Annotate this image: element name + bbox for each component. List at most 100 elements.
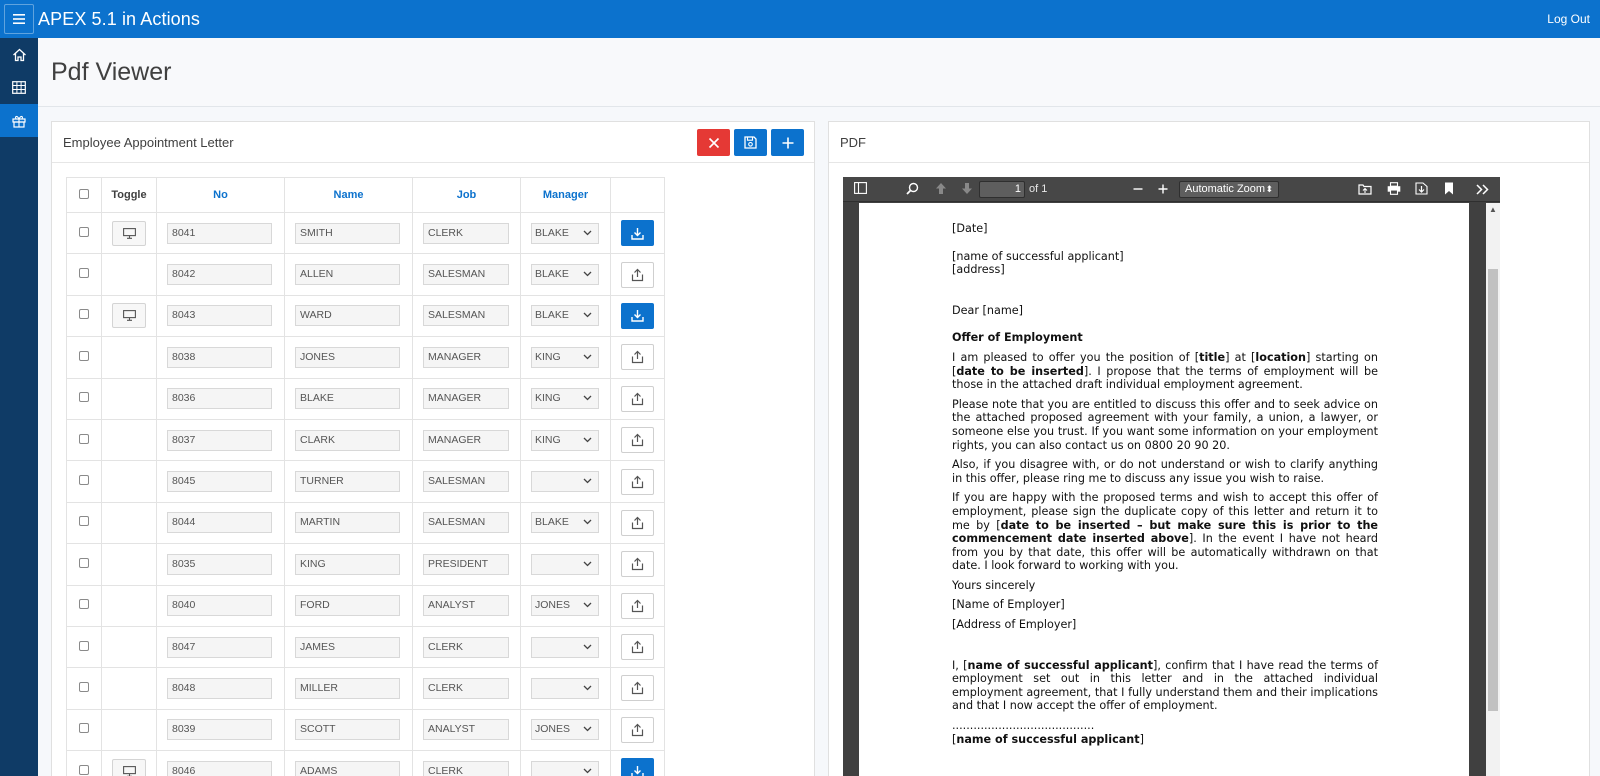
row-checkbox[interactable] bbox=[79, 475, 89, 486]
employee-name-input[interactable]: SCOTT bbox=[295, 719, 400, 741]
upload-letter-button[interactable] bbox=[621, 634, 654, 661]
toggle-button[interactable] bbox=[112, 303, 146, 329]
upload-letter-button[interactable] bbox=[621, 427, 654, 454]
manager-select[interactable] bbox=[531, 677, 599, 699]
employee-no-input[interactable]: 8037 bbox=[167, 429, 272, 451]
app-title[interactable]: APEX 5.1 in Actions bbox=[38, 9, 200, 30]
scrollbar-thumb[interactable] bbox=[1488, 269, 1498, 711]
upload-letter-button[interactable] bbox=[621, 509, 654, 536]
row-checkbox[interactable] bbox=[79, 557, 89, 568]
employee-job-input[interactable]: CLERK bbox=[423, 760, 509, 776]
employee-name-input[interactable]: ALLEN bbox=[295, 264, 400, 286]
employee-name-input[interactable]: JONES bbox=[295, 346, 400, 368]
delete-button[interactable] bbox=[697, 129, 730, 156]
row-checkbox[interactable] bbox=[79, 433, 89, 444]
download-icon[interactable] bbox=[1415, 182, 1428, 195]
logout-link[interactable]: Log Out bbox=[1547, 12, 1590, 26]
row-checkbox[interactable] bbox=[79, 764, 89, 775]
row-checkbox[interactable] bbox=[79, 723, 89, 734]
employee-no-input[interactable]: 8039 bbox=[167, 719, 272, 741]
row-checkbox[interactable] bbox=[79, 599, 89, 610]
manager-select[interactable] bbox=[531, 471, 599, 493]
manager-select[interactable]: BLAKE bbox=[531, 264, 599, 286]
column-header-name[interactable]: Name bbox=[284, 177, 413, 213]
nav-item-home[interactable] bbox=[0, 38, 38, 71]
employee-no-input[interactable]: 8047 bbox=[167, 636, 272, 658]
employee-no-input[interactable]: 8036 bbox=[167, 388, 272, 410]
hamburger-menu-button[interactable] bbox=[4, 4, 34, 34]
scroll-up-icon[interactable]: ▲ bbox=[1489, 205, 1497, 214]
employee-no-input[interactable]: 8042 bbox=[167, 264, 272, 286]
employee-name-input[interactable]: KING bbox=[295, 553, 400, 575]
manager-select[interactable]: BLAKE bbox=[531, 305, 599, 327]
manager-select[interactable]: BLAKE bbox=[531, 222, 599, 244]
download-letter-button[interactable] bbox=[621, 220, 654, 247]
zoom-out-icon[interactable] bbox=[1133, 184, 1143, 194]
upload-letter-button[interactable] bbox=[621, 551, 654, 578]
manager-select[interactable] bbox=[531, 636, 599, 658]
manager-select[interactable]: JONES bbox=[531, 719, 599, 741]
open-file-icon[interactable] bbox=[1358, 182, 1372, 195]
column-header-no[interactable]: No bbox=[156, 177, 285, 213]
upload-letter-button[interactable] bbox=[621, 385, 654, 412]
toggle-button[interactable] bbox=[112, 758, 146, 776]
column-header-job[interactable]: Job bbox=[412, 177, 521, 213]
employee-job-input[interactable]: MANAGER bbox=[423, 346, 509, 368]
page-number-input[interactable]: 1 bbox=[979, 181, 1025, 198]
upload-letter-button[interactable] bbox=[621, 592, 654, 619]
save-button[interactable] bbox=[734, 129, 767, 156]
employee-job-input[interactable]: SALESMAN bbox=[423, 471, 509, 493]
employee-name-input[interactable]: MARTIN bbox=[295, 512, 400, 534]
manager-select[interactable]: JONES bbox=[531, 595, 599, 617]
employee-job-input[interactable]: SALESMAN bbox=[423, 305, 509, 327]
pdf-scrollbar[interactable]: ▲ bbox=[1486, 203, 1500, 776]
employee-no-input[interactable]: 8048 bbox=[167, 677, 272, 699]
row-checkbox[interactable] bbox=[79, 268, 89, 279]
row-checkbox[interactable] bbox=[79, 226, 89, 237]
upload-letter-button[interactable] bbox=[621, 344, 654, 371]
employee-no-input[interactable]: 8035 bbox=[167, 553, 272, 575]
employee-name-input[interactable]: WARD bbox=[295, 305, 400, 327]
search-icon[interactable] bbox=[906, 182, 919, 195]
employee-job-input[interactable]: CLERK bbox=[423, 677, 509, 699]
employee-job-input[interactable]: MANAGER bbox=[423, 429, 509, 451]
employee-no-input[interactable]: 8043 bbox=[167, 305, 272, 327]
employee-name-input[interactable]: BLAKE bbox=[295, 388, 400, 410]
select-all-header[interactable] bbox=[66, 177, 102, 213]
download-letter-button[interactable] bbox=[621, 758, 654, 776]
employee-name-input[interactable]: ADAMS bbox=[295, 760, 400, 776]
row-checkbox[interactable] bbox=[79, 516, 89, 527]
employee-name-input[interactable]: FORD bbox=[295, 595, 400, 617]
employee-no-input[interactable]: 8038 bbox=[167, 346, 272, 368]
next-page-icon[interactable] bbox=[961, 182, 973, 195]
select-all-checkbox[interactable] bbox=[79, 188, 89, 199]
employee-no-input[interactable]: 8041 bbox=[167, 222, 272, 244]
sidebar-toggle-icon[interactable] bbox=[854, 182, 867, 194]
employee-job-input[interactable]: SALESMAN bbox=[423, 264, 509, 286]
add-row-button[interactable] bbox=[771, 129, 804, 156]
previous-page-icon[interactable] bbox=[935, 182, 947, 195]
zoom-in-icon[interactable] bbox=[1158, 184, 1168, 194]
employee-job-input[interactable]: SALESMAN bbox=[423, 512, 509, 534]
employee-no-input[interactable]: 8040 bbox=[167, 595, 272, 617]
manager-select[interactable]: BLAKE bbox=[531, 512, 599, 534]
employee-no-input[interactable]: 8045 bbox=[167, 471, 272, 493]
employee-job-input[interactable]: PRESIDENT bbox=[423, 553, 509, 575]
manager-select[interactable] bbox=[531, 553, 599, 575]
row-checkbox[interactable] bbox=[79, 640, 89, 651]
download-letter-button[interactable] bbox=[621, 302, 654, 329]
nav-item-gift[interactable] bbox=[0, 104, 38, 137]
upload-letter-button[interactable] bbox=[621, 468, 654, 495]
employee-job-input[interactable]: ANALYST bbox=[423, 719, 509, 741]
upload-letter-button[interactable] bbox=[621, 675, 654, 702]
upload-letter-button[interactable] bbox=[621, 261, 654, 288]
nav-item-table[interactable] bbox=[0, 71, 38, 104]
column-header-manager[interactable]: Manager bbox=[520, 177, 611, 213]
row-checkbox[interactable] bbox=[79, 392, 89, 403]
row-checkbox[interactable] bbox=[79, 350, 89, 361]
manager-select[interactable]: KING bbox=[531, 388, 599, 410]
employee-name-input[interactable]: MILLER bbox=[295, 677, 400, 699]
employee-name-input[interactable]: JAMES bbox=[295, 636, 400, 658]
row-checkbox[interactable] bbox=[79, 309, 89, 320]
print-icon[interactable] bbox=[1387, 182, 1401, 195]
